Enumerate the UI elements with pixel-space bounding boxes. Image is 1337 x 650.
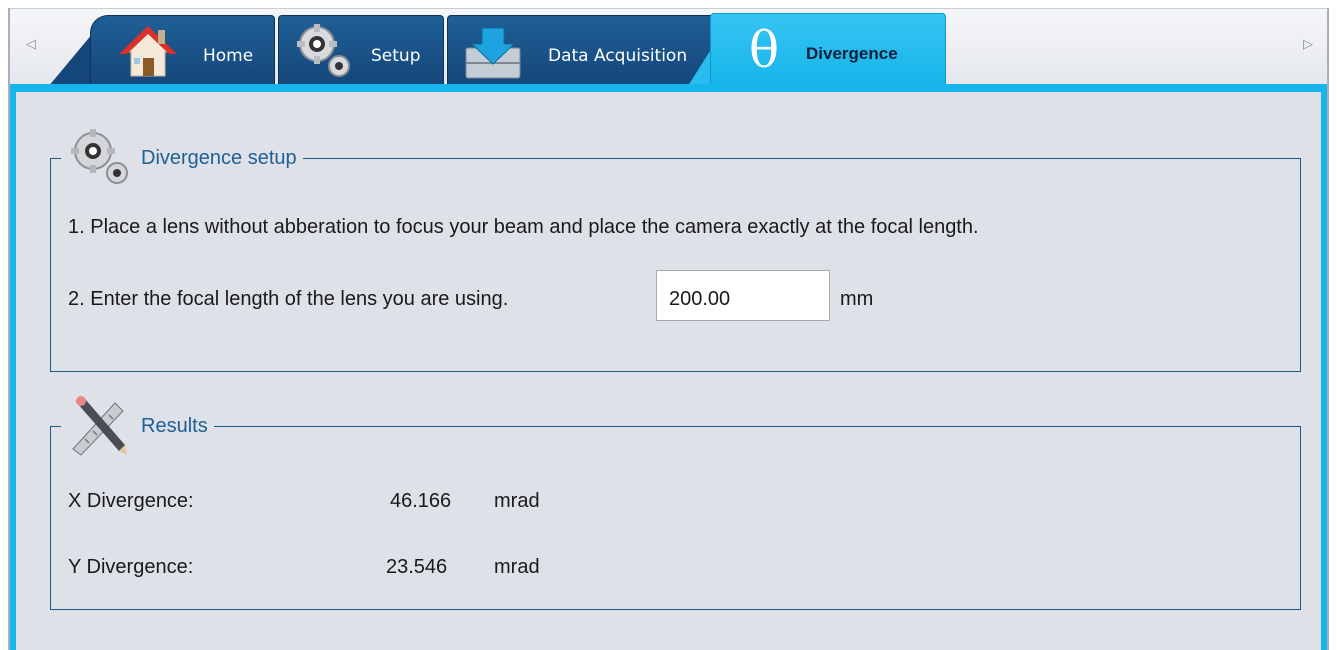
x-divergence-unit: mrad	[494, 490, 540, 512]
y-divergence-unit: mrad	[494, 556, 540, 578]
tab-divergence-label: Divergence	[806, 44, 898, 63]
results-header: Results	[61, 391, 214, 461]
tab-divergence[interactable]: θ Divergence	[710, 13, 946, 89]
tab-home-label: Home	[203, 46, 254, 66]
house-icon	[119, 24, 177, 85]
scroll-right-icon[interactable]: ▷	[1301, 35, 1315, 55]
divergence-setup-title: Divergence setup	[141, 146, 297, 169]
results-title: Results	[141, 414, 208, 437]
step2-instruction: 2. Enter the focal length of the lens yo…	[68, 288, 509, 310]
divergence-setup-group: Divergence setup	[50, 123, 1301, 372]
divergence-setup-header: Divergence setup	[61, 123, 303, 193]
step1-instruction: 1. Place a lens without abberation to fo…	[68, 216, 979, 238]
tab-data-acquisition-label: Data Acquisition	[548, 46, 688, 66]
results-group: Results	[50, 391, 1301, 610]
ruler-pencil-icon	[67, 395, 135, 457]
download-database-icon	[462, 24, 524, 87]
window-right-edge	[1327, 8, 1329, 650]
y-divergence-value: 23.546	[386, 556, 448, 578]
gears-icon	[293, 24, 357, 87]
x-divergence-label: X Divergence:	[68, 490, 194, 512]
focal-length-input[interactable]	[656, 270, 830, 321]
focal-length-unit: mm	[840, 288, 874, 310]
tab-setup-label: Setup	[371, 46, 421, 66]
tab-bar: ◁ ▷ Home Setup Data Acquisition θ Diverg…	[10, 8, 1327, 89]
y-divergence-label: Y Divergence:	[68, 556, 194, 578]
divergence-panel: Divergence setup 1. Place a lens without…	[10, 84, 1327, 650]
app-window: ◁ ▷ Home Setup Data Acquisition θ Diverg…	[0, 0, 1337, 650]
x-divergence-value: 46.166	[390, 490, 452, 512]
scroll-left-icon[interactable]: ◁	[24, 35, 38, 55]
tab-data-acquisition[interactable]: Data Acquisition	[447, 15, 721, 87]
theta-icon: θ	[749, 21, 780, 79]
tab-setup[interactable]: Setup	[278, 15, 444, 87]
gears-icon	[67, 127, 135, 189]
tab-home[interactable]: Home	[90, 15, 275, 87]
